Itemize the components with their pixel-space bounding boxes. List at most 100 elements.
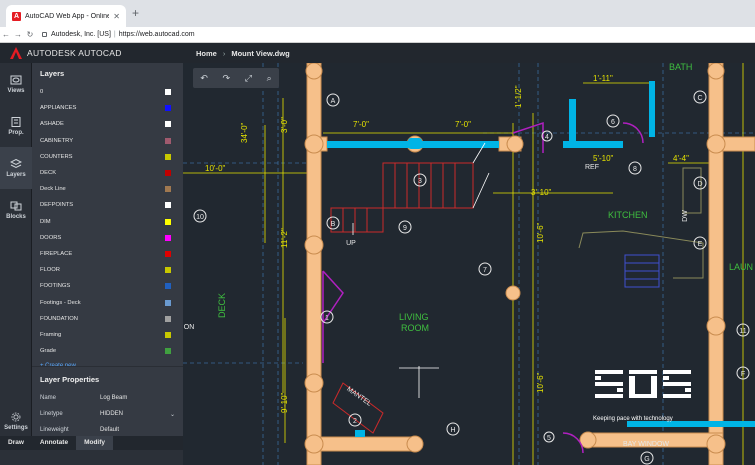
layer-row[interactable]: DECK [32, 165, 183, 181]
svg-text:1: 1 [325, 315, 329, 322]
close-tab-icon[interactable]: ✕ [113, 12, 120, 21]
prop-value[interactable]: HIDDEN [100, 411, 170, 417]
rail-views[interactable]: Views [0, 63, 32, 105]
layer-row[interactable]: ASHADE [32, 116, 183, 132]
address-bar: ← → ↻ Autodesk, Inc. [US] | https://web.… [0, 27, 755, 43]
layer-row[interactable]: APPLIANCES [32, 100, 183, 116]
layer-row[interactable]: Deck Line [32, 181, 183, 197]
layer-row[interactable]: Footings - Deck [32, 294, 183, 310]
layers-panel-title: Layers [40, 69, 65, 78]
label-bath: BATH [669, 63, 692, 72]
rail-properties-label: Prop. [8, 129, 24, 136]
layer-row[interactable]: FIREPLACE [32, 246, 183, 262]
bubble-5: 5 [543, 431, 555, 443]
tab-annotate[interactable]: Annotate [32, 436, 76, 450]
layer-color-swatch[interactable] [165, 234, 171, 241]
layer-color-swatch[interactable] [165, 299, 171, 306]
tab-draw[interactable]: Draw [0, 436, 32, 450]
breadcrumb-separator: › [222, 48, 226, 58]
rail-properties[interactable]: Prop. [0, 105, 32, 147]
layer-color-swatch[interactable] [165, 218, 171, 225]
dim-34-0: 34'-0" [240, 122, 249, 143]
svg-text:3: 3 [418, 178, 422, 185]
reload-icon[interactable]: ↻ [24, 30, 36, 39]
layer-row[interactable]: FOUNDATION [32, 311, 183, 327]
layer-color-swatch[interactable] [165, 121, 171, 128]
prop-value[interactable]: Default [100, 427, 175, 433]
drawing-canvas[interactable]: KITCHEN LIVING ROOM BATH LAUN DECK REF U… [183, 63, 755, 465]
layer-color-swatch[interactable] [165, 137, 171, 144]
new-tab-icon[interactable]: + [132, 6, 139, 20]
layer-name: 0 [40, 89, 44, 96]
layer-color-swatch[interactable] [165, 186, 171, 193]
layer-color-swatch[interactable] [165, 153, 171, 160]
layer-name: APPLIANCES [40, 105, 77, 112]
layer-color-swatch[interactable] [165, 348, 171, 355]
browser-tab-title: AutoCAD Web App - Online CA [25, 12, 110, 20]
layer-row[interactable]: COUNTERS [32, 149, 183, 165]
watermark-text: Keeping pace with technology [593, 416, 673, 422]
prop-value[interactable]: Log Beam [100, 395, 175, 401]
url-org: Autodesk, Inc. [US] [51, 31, 111, 38]
label-bay-window: BAY WINDOW [623, 441, 669, 448]
layer-name: COUNTERS [40, 153, 73, 160]
layer-color-swatch[interactable] [165, 283, 171, 290]
svg-text:F: F [741, 371, 745, 378]
left-rail: Views Prop. Layers Blocks Settings [0, 63, 32, 465]
layer-color-swatch[interactable] [165, 331, 171, 338]
back-icon[interactable]: ← [0, 30, 12, 39]
layer-color-swatch[interactable] [165, 89, 171, 96]
dim-7-0-a: 7'-0" [353, 120, 369, 129]
layer-row[interactable]: FLOOR [32, 262, 183, 278]
app-header: AUTODESK AUTOCAD Home › Mount View.dwg [0, 43, 755, 63]
layer-color-swatch[interactable] [165, 267, 171, 274]
svg-text:5: 5 [547, 435, 551, 442]
bubble-6: 6 [606, 114, 620, 128]
layer-color-swatch[interactable] [165, 315, 171, 322]
svg-text:H: H [450, 427, 455, 434]
layer-color-swatch[interactable] [165, 170, 171, 177]
layer-color-swatch[interactable] [165, 202, 171, 209]
layer-row[interactable]: Grade [32, 343, 183, 359]
watermark: Keeping pace with technology [593, 370, 693, 422]
prop-row-linetype[interactable]: Linetype HIDDEN ⌄ [32, 406, 183, 422]
layer-name: FIREPLACE [40, 250, 73, 257]
rail-blocks-label: Blocks [6, 213, 26, 220]
chevron-down-icon[interactable]: ⌄ [170, 411, 175, 418]
layer-row[interactable]: 0 [32, 84, 183, 100]
dim-7-0-b: 7'-0" [455, 120, 471, 129]
prop-row-name[interactable]: Name Log Beam [32, 390, 183, 406]
browser-tab[interactable]: A AutoCAD Web App - Online CA ✕ [6, 5, 126, 27]
zoom-window-icon[interactable]: ⌕ [267, 73, 272, 84]
layer-row[interactable]: FOOTINGS [32, 278, 183, 294]
layer-color-swatch[interactable] [165, 105, 171, 112]
layer-row[interactable]: Framing [32, 327, 183, 343]
breadcrumb-home[interactable]: Home [196, 49, 217, 58]
autocad-favicon-icon: A [12, 11, 21, 21]
layer-name: DECK [40, 170, 57, 177]
layer-row[interactable]: CABINETRY [32, 133, 183, 149]
layers-icon [10, 158, 22, 168]
layer-properties-title: Layer Properties [40, 375, 100, 384]
layer-name: FOOTINGS [40, 283, 71, 290]
bubble-9: 9 [398, 220, 412, 234]
breadcrumb: Home › Mount View.dwg [196, 49, 290, 58]
svg-text:6: 6 [611, 119, 615, 126]
rail-blocks[interactable]: Blocks [0, 189, 32, 231]
layer-name: Framing [40, 331, 62, 338]
svg-text:10: 10 [196, 214, 204, 221]
layer-row[interactable]: DOORS [32, 230, 183, 246]
label-up: UP [346, 240, 356, 247]
forward-icon[interactable]: → [12, 30, 24, 39]
layer-color-swatch[interactable] [165, 250, 171, 257]
tab-modify[interactable]: Modify [76, 436, 114, 450]
eye-icon [10, 75, 22, 84]
layer-row[interactable]: DIM [32, 214, 183, 230]
fit-icon[interactable]: ⤢ [245, 73, 252, 84]
bubble-b: B [326, 216, 340, 230]
layer-row[interactable]: DEFPOINTS [32, 197, 183, 213]
undo-icon[interactable]: ↶ [200, 73, 208, 84]
rail-layers[interactable]: Layers [0, 147, 32, 189]
url-field[interactable]: Autodesk, Inc. [US] | https://web.autoca… [42, 31, 195, 38]
redo-icon[interactable]: ↷ [223, 73, 231, 84]
